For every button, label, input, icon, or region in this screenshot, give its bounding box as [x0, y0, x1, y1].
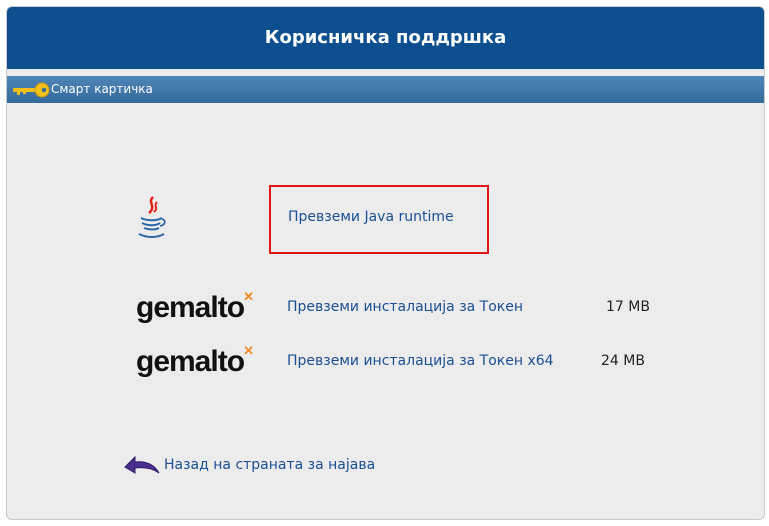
gemalto-star-icon: ✕: [243, 343, 254, 358]
gemalto-logo: gemalto ✕: [136, 289, 254, 324]
page-header: Корисничка поддршка: [7, 7, 764, 69]
page-title: Корисничка поддршка: [264, 27, 507, 48]
token-file-size: 17 MB: [606, 299, 650, 315]
section-bar: Смарт картичка: [7, 76, 764, 103]
token-x64-file-size: 24 MB: [601, 353, 645, 369]
support-panel: Корисничка поддршка Смарт картичка Превз…: [6, 6, 765, 520]
download-java-link[interactable]: Превземи Java runtime: [288, 209, 454, 225]
key-icon: [13, 82, 50, 98]
back-to-login-link[interactable]: Назад на страната за најава: [164, 457, 375, 473]
java-icon: [138, 196, 166, 238]
download-token-link[interactable]: Превземи инсталација за Токен: [287, 299, 523, 315]
gemalto-star-icon: ✕: [243, 289, 254, 304]
section-label: Смарт картичка: [51, 82, 153, 96]
download-token-x64-link[interactable]: Превземи инсталација за Токен x64: [287, 353, 554, 369]
back-arrow-icon[interactable]: [123, 453, 161, 475]
gemalto-logo-x64: gemalto ✕: [136, 343, 254, 378]
